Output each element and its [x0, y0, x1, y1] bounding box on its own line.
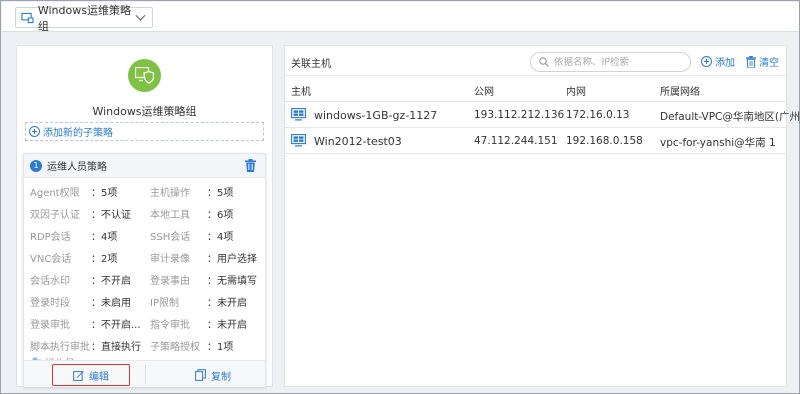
- field-ssh-session: SSH会话 ：4项: [150, 232, 234, 243]
- policy-group-select[interactable]: Windows运维策略组: [15, 4, 153, 33]
- field-session-watermark: 会话水印 ：不开启: [30, 276, 131, 287]
- footer-divider: [145, 365, 146, 384]
- field-local-tools: 本地工具 ：6项: [150, 210, 234, 221]
- clear-hosts-button[interactable]: 清空: [746, 54, 779, 69]
- add-host-label: 添加: [715, 58, 735, 69]
- sub-policy-card: 1 运维人员策略 Agent权限 ：5项 主机操作 ：5项 双因子认证 ：不认证 本地…: [23, 153, 266, 387]
- field-script-approval: 脚本执行审批 ：直接执行: [30, 342, 141, 353]
- windows-host-icon: [291, 108, 306, 121]
- policy-index-badge: 1: [30, 159, 42, 172]
- clear-hosts-label: 清空: [759, 58, 779, 69]
- add-sub-policy-label: 添加新的子策略: [43, 128, 113, 139]
- column-header-host: 主机: [291, 87, 311, 98]
- trash-icon[interactable]: [245, 159, 256, 172]
- edit-icon: [73, 370, 84, 381]
- host-network: Default-VPC@华南地区(广州): [660, 111, 800, 123]
- windows-host-icon: [291, 134, 306, 147]
- associated-hosts-header: 关联主机 添加 清空: [285, 46, 786, 76]
- trash-icon: [746, 55, 756, 68]
- plus-circle-icon: [29, 126, 40, 137]
- edit-button-label: 编辑: [89, 371, 109, 383]
- field-login-approval: 登录审批 ：不开启...: [30, 320, 141, 331]
- field-rdp-session: RDP会话 ：4项: [30, 232, 118, 243]
- column-header-public-ip: 公网: [474, 87, 494, 98]
- shield-icon: [128, 59, 161, 92]
- host-public-ip: 47.112.244.151: [474, 135, 558, 147]
- associated-hosts-title: 关联主机: [291, 59, 331, 70]
- host-public-ip: 193.112.212.136: [474, 109, 565, 121]
- associated-hosts-panel: 关联主机 添加 清空: [284, 45, 800, 387]
- field-command-approval: 指令审批 ：未开启: [150, 320, 247, 331]
- copy-button[interactable]: 复制: [174, 364, 252, 386]
- field-ip-restriction: IP限制 ：未开启: [150, 298, 247, 309]
- copy-button-label: 复制: [211, 371, 231, 383]
- host-network: vpc-for-yanshi@华南 1: [660, 137, 776, 149]
- top-bar: Windows运维策略组: [2, 2, 799, 33]
- field-sub-policy-auth: 子策略授权 ：1项: [150, 342, 234, 353]
- edit-button[interactable]: 编辑: [52, 364, 130, 386]
- add-sub-policy-button[interactable]: 添加新的子策略: [25, 122, 264, 141]
- field-agent-permission: Agent权限 ：5项: [30, 188, 118, 199]
- chevron-down-icon: [135, 10, 146, 21]
- copy-icon: [195, 369, 206, 381]
- column-header-network: 所属网络: [660, 87, 700, 98]
- search-icon: [539, 57, 549, 67]
- field-login-reason: 登录事由 ：无需填写: [150, 276, 257, 287]
- sub-policy-title: 运维人员策略: [47, 162, 107, 173]
- field-vnc-session: VNC会话 ：2项: [30, 254, 118, 265]
- field-two-factor: 双因子认证 ：不认证: [30, 210, 131, 221]
- add-host-button[interactable]: 添加: [701, 54, 735, 69]
- policy-group-panel: Windows运维策略组 添加新的子策略 1 运维人员策略 Agent权限 ：5项…: [16, 45, 273, 387]
- column-header-private-ip: 内网: [566, 87, 586, 98]
- field-login-period: 登录时段 ：未启用: [30, 298, 131, 309]
- sub-policy-card-footer: 编辑 复制: [24, 360, 265, 387]
- field-audit-recording: 审计录像 ：用户选择: [150, 254, 257, 265]
- host-search-input[interactable]: [554, 56, 679, 68]
- host-name: Win2012-test03: [314, 135, 402, 148]
- host-name: windows-1GB-gz-1127: [314, 109, 438, 122]
- window-frame: Windows运维策略组 Windows运维策略组 添加新的子策略 1 运维人员…: [0, 0, 800, 394]
- host-private-ip: 192.168.0.158: [566, 135, 643, 147]
- policy-group-name: Windows运维策略组: [92, 105, 197, 118]
- field-host-operation: 主机操作 ：5项: [150, 188, 234, 199]
- table-row[interactable]: windows-1GB-gz-1127 193.112.212.136 172.…: [285, 102, 800, 128]
- policy-group-select-value: Windows运维策略组: [37, 3, 131, 33]
- plus-circle-icon: [701, 56, 712, 67]
- host-private-ip: 172.16.0.13: [566, 109, 630, 121]
- policy-group-icon: [21, 12, 34, 23]
- sub-policy-card-header: 1 运维人员策略: [24, 154, 265, 178]
- host-search-box[interactable]: [530, 52, 691, 72]
- table-row[interactable]: Win2012-test03 47.112.244.151 192.168.0.…: [285, 128, 786, 154]
